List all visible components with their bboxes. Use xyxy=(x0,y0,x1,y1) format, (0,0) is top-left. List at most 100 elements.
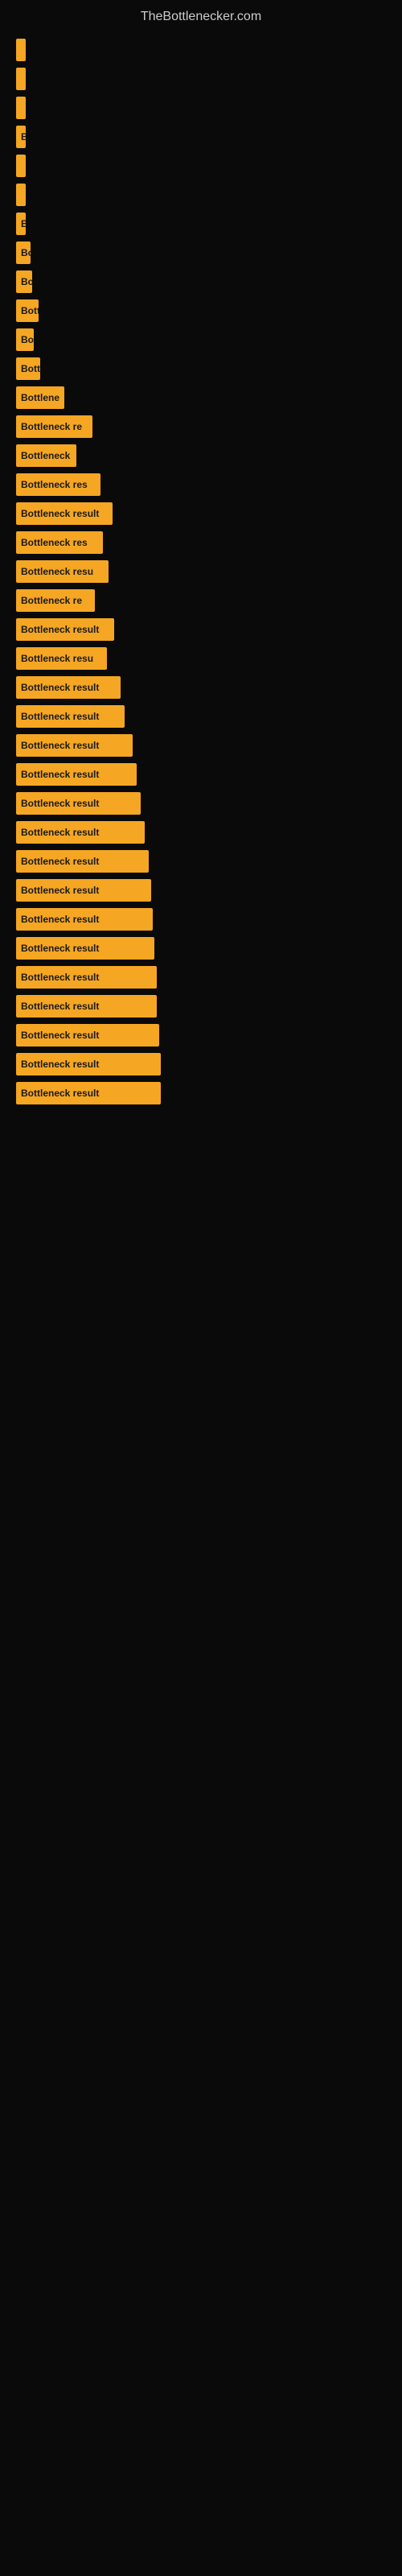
result-item: Bottleneck result xyxy=(16,1053,386,1075)
result-label: Bottleneck result xyxy=(21,1088,99,1099)
result-label: Bo xyxy=(21,334,34,345)
result-label: Bottleneck res xyxy=(21,537,88,548)
result-item: Bo xyxy=(16,242,386,264)
result-item: Bottleneck result xyxy=(16,1082,386,1104)
result-item: Bo xyxy=(16,270,386,293)
result-item: Bottleneck result xyxy=(16,937,386,960)
result-bar: Bottleneck res xyxy=(16,473,100,496)
result-bar: Bottleneck result xyxy=(16,1024,159,1046)
result-item: Bottleneck result xyxy=(16,850,386,873)
site-title: TheBottlenecker.com xyxy=(0,0,402,31)
result-item: Bottleneck result xyxy=(16,879,386,902)
result-bar: Bottleneck result xyxy=(16,676,121,699)
result-label: Bo xyxy=(21,247,31,258)
result-bar: Bottleneck resu xyxy=(16,647,107,670)
result-label: Bottleneck xyxy=(21,450,70,461)
result-item: Bottleneck re xyxy=(16,415,386,438)
result-bar: Bottleneck xyxy=(16,444,76,467)
result-bar: Bo xyxy=(16,242,31,264)
result-item: Bottleneck xyxy=(16,444,386,467)
result-label: Bottleneck result xyxy=(21,1001,99,1012)
result-label: Bottleneck result xyxy=(21,885,99,896)
result-bar xyxy=(16,184,26,206)
result-bar: Bottleneck result xyxy=(16,908,153,931)
result-bar: Bottleneck result xyxy=(16,502,113,525)
result-item xyxy=(16,184,386,206)
result-item: Bottlene xyxy=(16,386,386,409)
result-bar: Bottleneck result xyxy=(16,937,154,960)
result-label: Bottleneck result xyxy=(21,856,99,867)
result-item: Bottleneck result xyxy=(16,502,386,525)
result-item: Bottleneck result xyxy=(16,734,386,757)
result-bar: Bottleneck result xyxy=(16,792,141,815)
result-label: Bottleneck result xyxy=(21,798,99,809)
result-label: Bottlene xyxy=(21,392,59,403)
result-label: Bottleneck res xyxy=(21,479,88,490)
result-item xyxy=(16,155,386,177)
result-item xyxy=(16,97,386,119)
result-bar: B xyxy=(16,126,26,148)
result-item xyxy=(16,39,386,61)
result-item: Bottleneck resu xyxy=(16,560,386,583)
result-item: Bottleneck result xyxy=(16,618,386,641)
result-label: Bottleneck result xyxy=(21,682,99,693)
result-bar: Bottleneck result xyxy=(16,879,151,902)
result-label: Bottleneck result xyxy=(21,972,99,983)
result-label: Bottleneck resu xyxy=(21,566,93,577)
result-item: Bottleneck result xyxy=(16,995,386,1018)
result-item: Bottleneck resu xyxy=(16,647,386,670)
result-label: Bo xyxy=(21,276,32,287)
result-label: Bottleneck re xyxy=(21,421,82,432)
result-item: Bottleneck result xyxy=(16,705,386,728)
result-bar: Bottleneck resu xyxy=(16,560,109,583)
result-label: Bottleneck result xyxy=(21,827,99,838)
result-label: Bottleneck result xyxy=(21,711,99,722)
result-bar: Bottleneck result xyxy=(16,1082,161,1104)
result-bar: Bottleneck res xyxy=(16,531,103,554)
result-bar xyxy=(16,155,26,177)
result-item: Bottleneck result xyxy=(16,792,386,815)
result-bar: Bottleneck re xyxy=(16,415,92,438)
result-item: Bottleneck result xyxy=(16,966,386,989)
result-item: Bottleneck re xyxy=(16,589,386,612)
result-bar: Bottleneck result xyxy=(16,763,137,786)
result-item: Bottleneck result xyxy=(16,676,386,699)
result-label: Bott xyxy=(21,305,39,316)
result-bar: Bo xyxy=(16,328,34,351)
result-bar xyxy=(16,39,26,61)
result-item: Bottleneck result xyxy=(16,908,386,931)
result-bar: Bottleneck result xyxy=(16,705,125,728)
result-label: Bottleneck result xyxy=(21,914,99,925)
result-item: B xyxy=(16,213,386,235)
result-label: Bottleneck result xyxy=(21,508,99,519)
result-bar: Bottleneck result xyxy=(16,966,157,989)
result-item: Bottleneck result xyxy=(16,763,386,786)
result-bar: Bottleneck result xyxy=(16,821,145,844)
result-label: Bottleneck result xyxy=(21,624,99,635)
result-label: Bott xyxy=(21,363,40,374)
site-title-container: TheBottlenecker.com xyxy=(0,0,402,31)
result-item: Bottleneck result xyxy=(16,1024,386,1046)
result-item: Bottleneck res xyxy=(16,531,386,554)
result-item: Bo xyxy=(16,328,386,351)
result-bar xyxy=(16,68,26,90)
result-label: Bottleneck re xyxy=(21,595,82,606)
result-label: B xyxy=(21,218,26,229)
result-label: Bottleneck result xyxy=(21,740,99,751)
result-bar: Bo xyxy=(16,270,32,293)
result-label: Bottleneck resu xyxy=(21,653,93,664)
result-bar: Bottleneck result xyxy=(16,850,149,873)
result-item: Bottleneck res xyxy=(16,473,386,496)
result-item: Bott xyxy=(16,299,386,322)
result-label: Bottleneck result xyxy=(21,1030,99,1041)
result-bar: Bottleneck result xyxy=(16,734,133,757)
result-bar: Bottleneck result xyxy=(16,618,114,641)
result-label: Bottleneck result xyxy=(21,943,99,954)
results-container: B B Bo Bo Bott Bo Bott Bottlene Bottleneck re Bot… xyxy=(0,31,402,1119)
result-bar: Bott xyxy=(16,357,40,380)
result-item: Bott xyxy=(16,357,386,380)
result-bar: B xyxy=(16,213,26,235)
result-item xyxy=(16,68,386,90)
result-bar: Bottleneck result xyxy=(16,1053,161,1075)
result-item: Bottleneck result xyxy=(16,821,386,844)
